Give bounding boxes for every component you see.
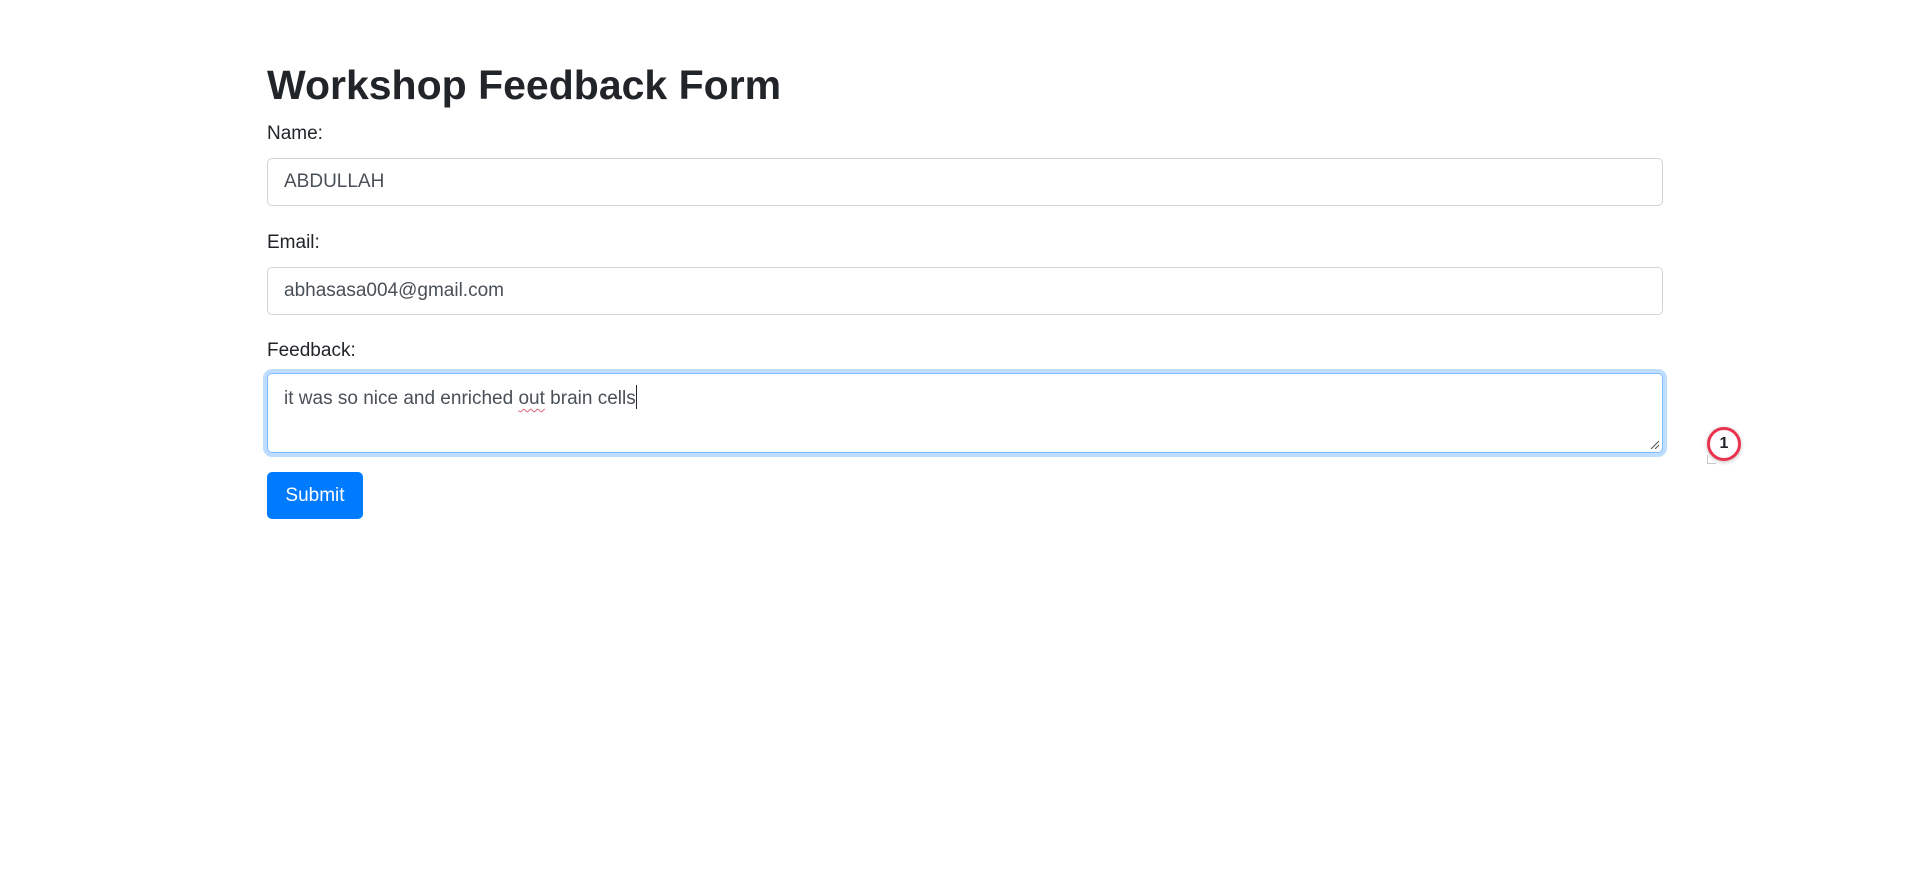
email-label: Email: — [267, 232, 320, 253]
resize-handle-icon[interactable] — [1649, 439, 1659, 449]
feedback-text-start: it was so nice and enriched — [284, 388, 519, 409]
feedback-misspelled-word: out — [518, 388, 545, 409]
name-field-value: ABDULLAH — [284, 171, 385, 192]
feedback-text-end: brain cells — [544, 388, 636, 409]
feedback-textarea[interactable]: it was so nice and enriched out brain ce… — [267, 373, 1663, 453]
email-field-value: abhasasa004@gmail.com — [284, 280, 504, 301]
notification-badge[interactable]: 1 — [1707, 427, 1741, 461]
name-label: Name: — [267, 123, 323, 144]
page-title: Workshop Feedback Form — [267, 62, 782, 108]
name-field[interactable]: ABDULLAH — [267, 158, 1663, 206]
email-field[interactable]: abhasasa004@gmail.com — [267, 267, 1663, 315]
feedback-label: Feedback: — [267, 340, 356, 361]
submit-button[interactable]: Submit — [267, 472, 363, 519]
text-caret — [635, 385, 637, 409]
